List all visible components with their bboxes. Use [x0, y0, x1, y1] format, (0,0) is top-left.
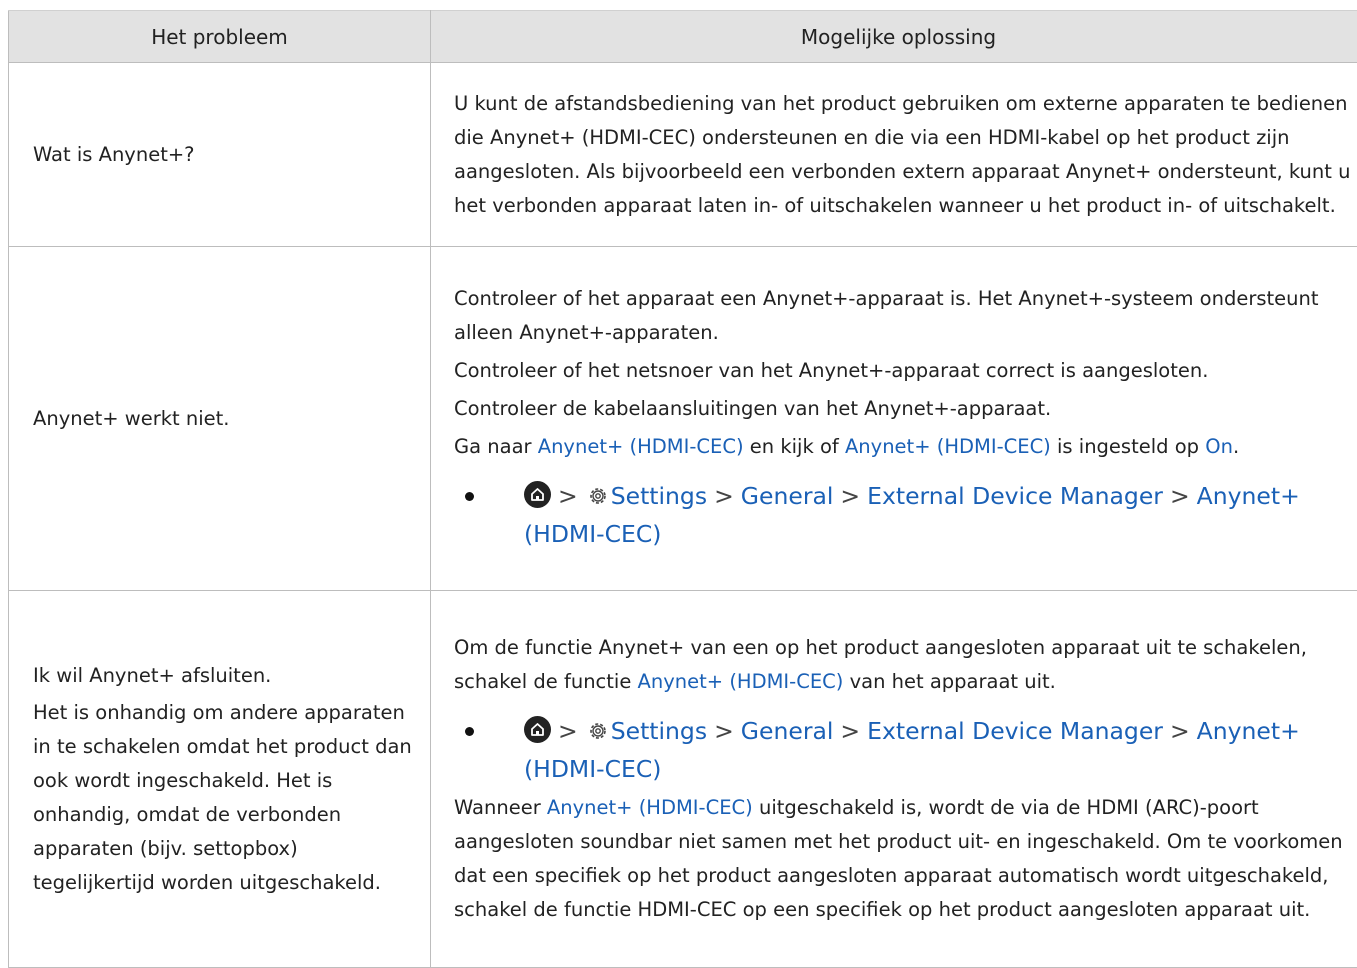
menu-settings[interactable]: Settings — [611, 717, 707, 745]
solution-cell: Controleer of het apparaat een Anynet+-a… — [431, 247, 1357, 591]
menu-value-on[interactable]: On — [1205, 435, 1233, 458]
menu-settings[interactable]: Settings — [611, 482, 707, 510]
chevron-right-icon: > — [840, 717, 860, 745]
chevron-right-icon: > — [714, 482, 734, 510]
text: van het apparaat uit. — [843, 670, 1055, 693]
menu-link-anynet[interactable]: Anynet+ (HDMI-CEC) — [547, 796, 753, 819]
menu-external-device-manager[interactable]: External Device Manager — [867, 482, 1163, 510]
menu-external-device-manager[interactable]: External Device Manager — [867, 717, 1163, 745]
solution-cell: U kunt de afstandsbediening van het prod… — [431, 63, 1357, 247]
text: . — [1233, 435, 1239, 458]
text: en kijk of — [744, 435, 845, 458]
solution-text: U kunt de afstandsbediening van het prod… — [454, 87, 1357, 223]
home-icon — [524, 716, 551, 743]
table-row: Ik wil Anynet+ afsluiten. Het is onhandi… — [9, 591, 1357, 968]
chevron-right-icon: > — [840, 482, 860, 510]
menu-link-anynet[interactable]: Anynet+ (HDMI-CEC) — [638, 670, 844, 693]
header-solution: Mogelijke oplossing — [431, 11, 1357, 63]
text: Ga naar — [454, 435, 538, 458]
problem-text: Het is onhandig om andere apparaten in t… — [33, 696, 412, 900]
home-icon — [524, 481, 551, 508]
chevron-right-icon: > — [1170, 482, 1190, 510]
header-problem: Het probleem — [9, 11, 431, 63]
table-header-row: Het probleem Mogelijke oplossing — [9, 11, 1357, 63]
solution-text: Om de functie Anynet+ van een op het pro… — [454, 631, 1357, 699]
problem-text: Ik wil Anynet+ afsluiten. — [33, 659, 412, 693]
chevron-right-icon: > — [558, 482, 578, 510]
solution-text: Controleer of het apparaat een Anynet+-a… — [454, 282, 1357, 350]
solution-text: Wanneer Anynet+ (HDMI-CEC) uitgeschakeld… — [454, 791, 1357, 927]
problem-cell: Ik wil Anynet+ afsluiten. Het is onhandi… — [9, 591, 431, 968]
problem-cell: Wat is Anynet+? — [9, 63, 431, 247]
gear-icon — [587, 482, 609, 517]
bullet-icon — [465, 492, 474, 501]
table-row: Wat is Anynet+? U kunt de afstandsbedien… — [9, 63, 1357, 247]
solution-text: Controleer of het netsnoer van het Anyne… — [454, 354, 1357, 388]
menu-path: >Settings>General>External Device Manage… — [454, 479, 1357, 552]
table-row: Anynet+ werkt niet. Controleer of het ap… — [9, 247, 1357, 591]
chevron-right-icon: > — [1170, 717, 1190, 745]
bullet-icon — [465, 727, 474, 736]
menu-path: >Settings>General>External Device Manage… — [454, 714, 1357, 787]
problem-cell: Anynet+ werkt niet. — [9, 247, 431, 591]
text: is ingesteld op — [1051, 435, 1205, 458]
solution-cell: Om de functie Anynet+ van een op het pro… — [431, 591, 1357, 968]
menu-general[interactable]: General — [741, 717, 834, 745]
chevron-right-icon: > — [714, 717, 734, 745]
troubleshooting-table: Het probleem Mogelijke oplossing Wat is … — [8, 10, 1357, 968]
solution-text: Controleer de kabelaansluitingen van het… — [454, 392, 1357, 426]
menu-general[interactable]: General — [741, 482, 834, 510]
gear-icon — [587, 717, 609, 752]
chevron-right-icon: > — [558, 717, 578, 745]
menu-link-anynet[interactable]: Anynet+ (HDMI-CEC) — [538, 435, 744, 458]
menu-link-anynet[interactable]: Anynet+ (HDMI-CEC) — [845, 435, 1051, 458]
solution-text: Ga naar Anynet+ (HDMI-CEC) en kijk of An… — [454, 430, 1357, 464]
text: Wanneer — [454, 796, 547, 819]
